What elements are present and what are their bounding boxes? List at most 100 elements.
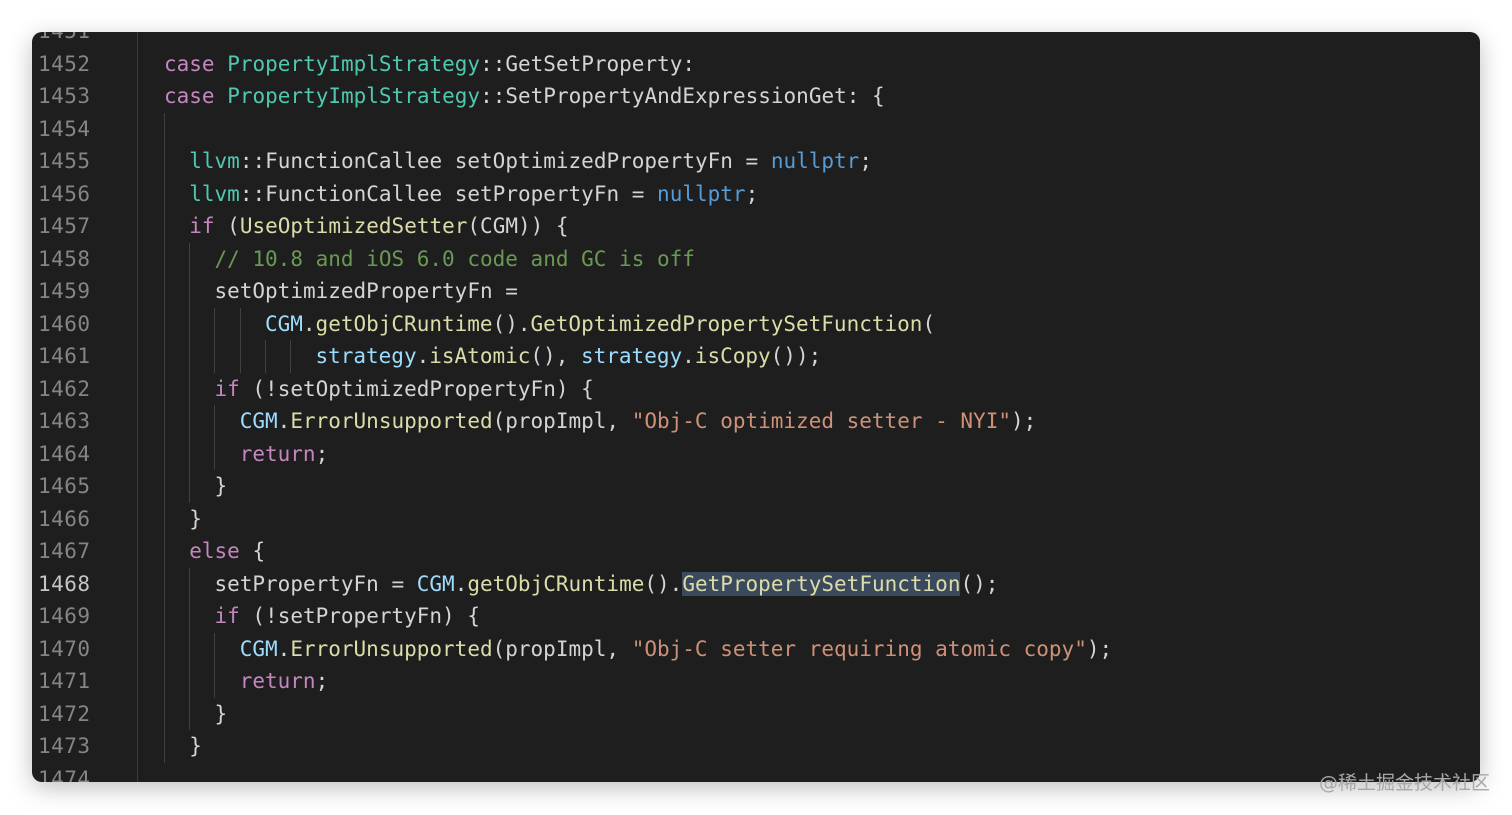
code-line[interactable]: 1462 if (!setOptimizedPropertyFn) { xyxy=(32,372,1480,405)
code-token: getObjCRuntime xyxy=(467,571,645,596)
code-line[interactable]: 1470 CGM.ErrorUnsupported(propImpl, "Obj-… xyxy=(32,632,1480,666)
indent-guide xyxy=(164,697,165,730)
code-line[interactable]: 1461 strategy.isAtomic(), strategy.isCopy… xyxy=(32,340,1480,373)
indent-guide xyxy=(214,632,216,665)
code-token: (). xyxy=(644,571,683,596)
code-token: strategy xyxy=(315,344,417,368)
code-line[interactable]: 1459 setOptimizedPropertyFn = xyxy=(32,275,1480,308)
indent-guide xyxy=(164,535,165,568)
code-text: CGM.getObjCRuntime().GetOptimizedPropert… xyxy=(265,308,935,341)
code-token: getObjCRuntime xyxy=(315,311,493,336)
code-line[interactable]: 1473} xyxy=(32,730,1480,763)
code-token: PropertyImplStrategy xyxy=(227,51,481,76)
code-token: ::SetPropertyAndExpressionGet: { xyxy=(480,84,885,108)
indent-guide xyxy=(164,600,165,633)
code-lines[interactable]: 14511452case PropertyImplStrategy::GetSe… xyxy=(32,32,1480,782)
code-token: (); xyxy=(960,571,999,596)
code-token: "Obj-C optimized setter - NYI" xyxy=(631,409,1011,433)
indent-guide xyxy=(189,665,191,698)
code-token: ; xyxy=(859,149,872,173)
indent-guide xyxy=(214,340,216,373)
code-line[interactable]: 1458 // 10.8 and iOS 6.0 code and GC is o… xyxy=(32,242,1480,275)
code-text: llvm::FunctionCallee setPropertyFn = nul… xyxy=(189,178,758,211)
code-line[interactable]: 1460 CGM.getObjCRuntime().GetOptimizedPro… xyxy=(32,307,1480,341)
indent-guide xyxy=(164,177,165,210)
code-line[interactable]: 1471 return; xyxy=(32,665,1480,698)
indent-guide xyxy=(189,567,191,600)
code-token: CGM xyxy=(239,409,278,433)
indent-guide xyxy=(164,665,165,698)
indent-guide xyxy=(164,632,165,665)
indent-guide xyxy=(239,340,241,373)
indent-guide xyxy=(164,470,165,503)
code-line[interactable]: 1464 return; xyxy=(32,437,1480,470)
line-number: 1451 xyxy=(38,32,98,48)
code-text: strategy.isAtomic(), strategy.isCopy()); xyxy=(315,340,821,373)
indent-guide xyxy=(189,632,191,665)
code-line[interactable]: 1468 setPropertyFn = CGM.getObjCRuntime()… xyxy=(32,567,1480,600)
line-number: 1456 xyxy=(38,181,91,206)
code-token: { xyxy=(239,539,266,563)
code-token: ); xyxy=(1010,409,1037,433)
line-number: 1459 xyxy=(38,279,91,303)
code-token: llvm xyxy=(189,181,240,206)
line-number: 1462 xyxy=(38,376,91,401)
code-line[interactable]: 1452 case PropertyImplStrategy::GetSetPro… xyxy=(32,48,1480,81)
indent-guide xyxy=(290,340,292,373)
code-token: ( xyxy=(214,214,240,238)
line-number: 1461 xyxy=(38,344,91,368)
code-token: ; xyxy=(315,669,329,693)
code-line[interactable]: 1451 xyxy=(32,32,1480,48)
code-line[interactable]: 1467 else { xyxy=(32,535,1480,568)
indent-guide xyxy=(164,307,165,340)
watermark: @稀土掘金技术社区 xyxy=(1318,772,1490,794)
code-token: } xyxy=(214,474,228,498)
code-token: UseOptimizedSetter xyxy=(239,214,468,238)
indent-guide xyxy=(214,665,216,698)
code-line[interactable]: 1466} xyxy=(32,502,1480,535)
code-text: } xyxy=(214,470,227,503)
line-number: 1458 xyxy=(38,246,91,271)
indent-guide xyxy=(264,340,266,373)
code-line[interactable]: 1453 case PropertyImplStrategy::SetProper… xyxy=(32,80,1480,113)
code-token: case xyxy=(164,84,228,108)
line-number: 1469 xyxy=(38,604,91,628)
line-number: 1472 xyxy=(38,701,91,726)
code-token: ErrorUnsupported xyxy=(290,636,493,661)
code-line[interactable]: 1463 CGM.ErrorUnsupported(propImpl, "Obj-… xyxy=(32,405,1480,438)
code-token: ::FunctionCallee setOptimizedPropertyFn … xyxy=(239,149,771,173)
code-token: ; xyxy=(745,181,759,206)
code-text: CGM.ErrorUnsupported(propImpl, "Obj-C se… xyxy=(240,633,1112,666)
indent-guide xyxy=(164,405,165,438)
code-text: case PropertyImplStrategy::GetSetPropert… xyxy=(164,48,695,81)
code-line[interactable]: 1457 if (UseOptimizedSetter(CGM)) { xyxy=(32,210,1480,243)
indent-guide xyxy=(164,502,165,535)
selected-token: GetPropertySetFunction xyxy=(682,571,961,596)
indent-guide xyxy=(164,275,165,308)
indent-guide xyxy=(189,405,191,438)
line-number: 1464 xyxy=(38,441,91,466)
code-editor[interactable]: 14511452case PropertyImplStrategy::GetSe… xyxy=(32,32,1480,782)
code-line[interactable]: 1465} xyxy=(32,470,1480,503)
code-token: if xyxy=(214,376,240,401)
code-token: else xyxy=(189,539,240,563)
line-number: 1470 xyxy=(38,636,91,661)
indent-guide xyxy=(239,307,241,340)
code-token: ; xyxy=(315,441,329,466)
code-line[interactable]: 1474 xyxy=(32,763,1480,783)
code-line[interactable]: 1455 llvm::FunctionCallee setOptimizedPro… xyxy=(32,145,1480,178)
code-text: } xyxy=(189,730,202,763)
code-token: . xyxy=(277,409,291,433)
indent-guide xyxy=(189,437,191,470)
code-line[interactable]: 1454 xyxy=(32,112,1480,145)
code-line[interactable]: 1472} xyxy=(32,697,1480,730)
code-token: // 10.8 and iOS 6.0 code and GC is off xyxy=(214,246,695,271)
code-token: GetOptimizedPropertySetFunction xyxy=(530,311,923,336)
code-token: isAtomic xyxy=(429,344,531,368)
code-token: . xyxy=(302,311,316,336)
code-text: if (!setPropertyFn) { xyxy=(214,600,480,633)
code-token: (), xyxy=(530,344,581,368)
indent-guide xyxy=(164,372,165,405)
code-line[interactable]: 1456 llvm::FunctionCallee setPropertyFn =… xyxy=(32,177,1480,211)
code-line[interactable]: 1469 if (!setPropertyFn) { xyxy=(32,600,1480,633)
